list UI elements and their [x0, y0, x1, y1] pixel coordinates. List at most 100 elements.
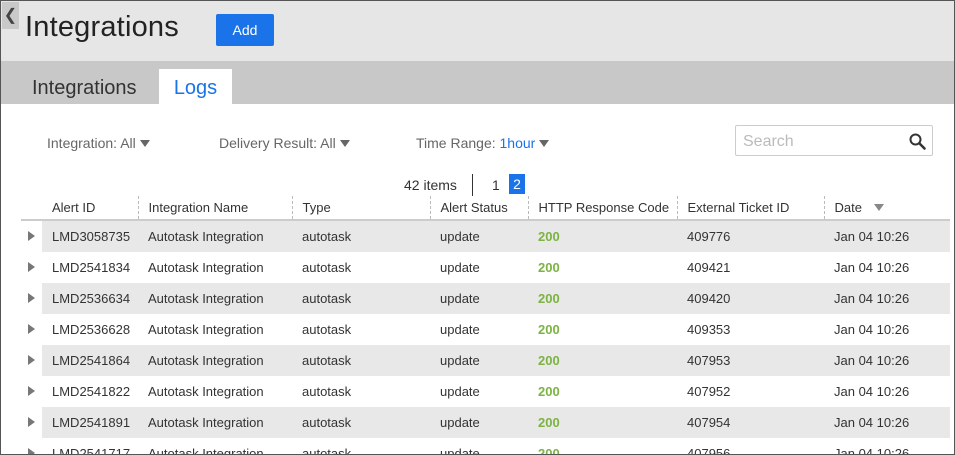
row-expander[interactable] [21, 376, 42, 407]
expand-arrow-icon[interactable] [28, 324, 35, 334]
http-code-cell: 200 [528, 220, 677, 252]
items-count: 42 items [404, 177, 457, 193]
type-cell: autotask [302, 384, 352, 399]
search-box [735, 125, 933, 156]
alert-id-cell: LMD2536628 [52, 322, 131, 337]
integration-filter[interactable]: Integration: All [47, 135, 150, 151]
expand-arrow-icon[interactable] [28, 417, 35, 427]
row-expander[interactable] [21, 252, 42, 283]
expand-arrow-icon[interactable] [28, 448, 35, 454]
page-header: ❮ Integrations Add [1, 1, 954, 61]
ticket-id-cell: 409420 [677, 283, 824, 314]
time-range-filter[interactable]: Time Range: 1hour [416, 135, 550, 151]
alert-status-cell: update [440, 446, 480, 455]
row-expander[interactable] [21, 407, 42, 438]
alert-id-cell: LMD2541891 [42, 407, 138, 438]
table-row[interactable]: LMD3058735 Autotask Integration autotask up… [21, 220, 950, 252]
http-code-cell: 200 [538, 322, 560, 337]
page-1-link[interactable]: 1 [492, 177, 500, 193]
integration-name-cell: Autotask Integration [148, 384, 264, 399]
integration-name-cell: Autotask Integration [148, 322, 264, 337]
ticket-id-cell: 409776 [677, 220, 824, 252]
alert-status-cell: update [440, 384, 480, 399]
expand-arrow-icon[interactable] [28, 262, 35, 272]
chevron-left-icon[interactable]: ❮ [2, 2, 19, 29]
date-cell: Jan 04 10:26 [824, 407, 950, 438]
delivery-result-filter[interactable]: Delivery Result: All [219, 135, 350, 151]
alert-id-cell: LMD2541822 [52, 384, 131, 399]
ticket-id-cell: 407954 [677, 407, 824, 438]
column-header-http-response-code[interactable]: HTTP Response Code [527, 196, 677, 221]
magnifier-icon[interactable] [909, 133, 926, 150]
alert-id-cell: LMD3058735 [42, 220, 138, 252]
date-cell: Jan 04 10:26 [824, 345, 950, 376]
integration-filter-label: Integration: [47, 135, 118, 151]
table-row[interactable]: LMD2536628 Autotask Integration autotask up… [21, 314, 950, 345]
ticket-id-cell: 409353 [687, 322, 731, 337]
table-row[interactable]: LMD2541834 Autotask Integration autotask up… [21, 252, 950, 283]
integration-name-cell: Autotask Integration [138, 345, 292, 376]
add-button[interactable]: Add [216, 14, 274, 46]
row-expander[interactable] [21, 314, 42, 345]
ticket-id-cell: 407952 [687, 384, 731, 399]
date-cell: Jan 04 10:26 [824, 220, 950, 252]
pager-divider [472, 174, 473, 196]
date-cell: Jan 04 10:26 [834, 260, 910, 275]
http-code-cell: 200 [528, 283, 677, 314]
alert-id-cell: LMD2541834 [52, 260, 131, 275]
delivery-filter-label: Delivery Result: [219, 135, 318, 151]
column-header-alert-status[interactable]: Alert Status [429, 196, 528, 221]
column-header-external-ticket-id[interactable]: External Ticket ID [676, 196, 824, 221]
sort-desc-icon[interactable] [873, 204, 884, 211]
row-expander[interactable] [21, 345, 42, 376]
column-header-type[interactable]: Type [291, 196, 430, 221]
integration-name-cell: Autotask Integration [148, 446, 264, 455]
alert-status-cell: update [430, 220, 528, 252]
date-header-label: Date [834, 200, 862, 215]
delivery-filter-value: All [320, 135, 336, 151]
page-2-link[interactable]: 2 [509, 174, 525, 194]
type-cell: autotask [292, 220, 430, 252]
type-cell: autotask [302, 260, 352, 275]
ticket-id-cell: 407956 [687, 446, 731, 455]
type-cell: autotask [302, 322, 352, 337]
column-header-date[interactable]: Date [823, 196, 950, 221]
type-cell: autotask [292, 345, 430, 376]
tab-bar: Integrations Logs [1, 61, 954, 104]
date-cell: Jan 04 10:26 [834, 322, 910, 337]
ticket-id-cell: 409421 [687, 260, 731, 275]
expand-arrow-icon[interactable] [28, 355, 35, 365]
integration-name-cell: Autotask Integration [138, 283, 292, 314]
expand-arrow-icon[interactable] [28, 386, 35, 396]
date-cell: Jan 04 10:26 [824, 283, 950, 314]
alert-status-cell: update [430, 407, 528, 438]
time-range-label: Time Range: [416, 135, 496, 151]
tab-integrations[interactable]: Integrations [32, 69, 137, 104]
integration-name-cell: Autotask Integration [148, 260, 264, 275]
table-row[interactable]: LMD2541717 Autotask Integration autotask up… [21, 438, 950, 455]
expand-arrow-icon[interactable] [28, 293, 35, 303]
row-expander[interactable] [21, 438, 42, 454]
alert-id-cell: LMD2541717 [52, 446, 131, 455]
integration-name-cell: Autotask Integration [138, 220, 292, 252]
integration-filter-value: All [120, 135, 136, 151]
alert-status-cell: update [430, 283, 528, 314]
alert-status-cell: update [430, 345, 528, 376]
row-expander[interactable] [21, 283, 42, 314]
table-row[interactable]: LMD2541891 Autotask Integration autotask up… [21, 407, 950, 438]
expand-arrow-icon[interactable] [28, 231, 35, 241]
column-header-alert-id[interactable]: Alert ID [42, 196, 138, 221]
tab-logs[interactable]: Logs [159, 69, 232, 104]
ticket-id-cell: 407953 [677, 345, 824, 376]
type-cell: autotask [292, 407, 430, 438]
logs-table: Alert ID Integration Name Type Alert Sta… [21, 196, 950, 455]
column-header-integration-name[interactable]: Integration Name [137, 196, 292, 221]
row-expander[interactable] [21, 220, 42, 252]
type-cell: autotask [292, 283, 430, 314]
http-code-cell: 200 [538, 384, 560, 399]
date-cell: Jan 04 10:26 [834, 446, 910, 455]
search-input[interactable] [741, 130, 905, 153]
table-row[interactable]: LMD2541864 Autotask Integration autotask up… [21, 345, 950, 376]
table-row[interactable]: LMD2541822 Autotask Integration autotask up… [21, 376, 950, 407]
table-row[interactable]: LMD2536634 Autotask Integration autotask up… [21, 283, 950, 314]
